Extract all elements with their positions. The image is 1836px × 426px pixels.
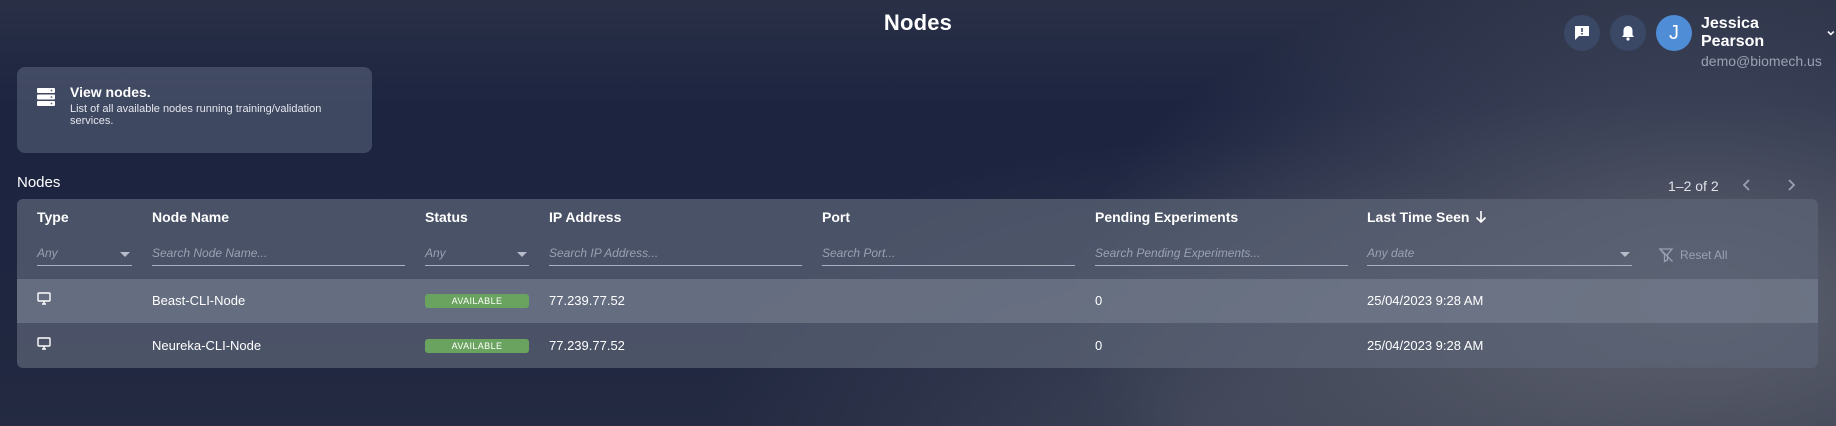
feedback-icon	[1575, 26, 1589, 40]
server-icon	[37, 88, 55, 106]
table-row[interactable]: Neureka-CLI-Node AVAILABLE 77.239.77.52 …	[17, 324, 1818, 368]
pending-experiments-search-input[interactable]: Search Pending Experiments...	[1095, 238, 1348, 266]
column-header-last-time-seen-label: Last Time Seen	[1367, 209, 1470, 225]
section-title: Nodes	[17, 174, 61, 191]
notifications-button[interactable]	[1610, 15, 1646, 51]
ip-address-search-placeholder: Search IP Address...	[549, 246, 659, 260]
user-name: Jessica Pearson	[1701, 15, 1765, 50]
last-time-seen-cell: 25/04/2023 9:28 AM	[1367, 293, 1484, 308]
caret-down-icon	[120, 252, 130, 257]
date-filter-value: Any date	[1367, 246, 1415, 260]
table-row[interactable]: Beast-CLI-Node AVAILABLE 77.239.77.52 0 …	[17, 279, 1818, 323]
date-filter-select[interactable]: Any date	[1367, 238, 1632, 266]
last-time-seen-cell: 25/04/2023 9:28 AM	[1367, 338, 1484, 353]
pagination-range: 1–2 of 2	[1668, 178, 1719, 194]
node-name-search-placeholder: Search Node Name...	[152, 246, 268, 260]
info-description: List of all available nodes running trai…	[70, 103, 322, 127]
user-menu[interactable]: Jessica Pearson demo@biomech.us	[1701, 15, 1836, 69]
info-card: View nodes. List of all available nodes …	[17, 67, 372, 153]
user-email: demo@biomech.us	[1701, 53, 1822, 69]
sort-arrow-down-icon	[1476, 211, 1487, 224]
column-header-pending-experiments[interactable]: Pending Experiments	[1095, 209, 1238, 225]
avatar-initial: J	[1669, 21, 1679, 44]
type-filter-select[interactable]: Any	[37, 238, 132, 266]
status-badge: AVAILABLE	[425, 339, 529, 353]
chevron-left-icon[interactable]	[1738, 176, 1756, 194]
page-title: Nodes	[883, 10, 953, 35]
feedback-button[interactable]	[1564, 15, 1600, 51]
column-header-type[interactable]: Type	[37, 209, 69, 225]
status-filter-value: Any	[425, 246, 446, 260]
caret-down-icon	[1620, 252, 1630, 257]
column-header-node-name[interactable]: Node Name	[152, 209, 229, 225]
caret-down-icon	[517, 252, 527, 257]
column-header-ip-address[interactable]: IP Address	[549, 209, 621, 225]
column-header-last-time-seen[interactable]: Last Time Seen	[1367, 209, 1487, 225]
node-name-search-input[interactable]: Search Node Name...	[152, 238, 405, 266]
column-header-status[interactable]: Status	[425, 209, 468, 225]
pending-experiments-cell: 0	[1095, 338, 1103, 353]
ip-address-cell: 77.239.77.52	[549, 293, 625, 308]
port-search-input[interactable]: Search Port...	[822, 238, 1075, 266]
chevron-right-icon[interactable]	[1782, 176, 1800, 194]
status-badge: AVAILABLE	[425, 294, 529, 308]
monitor-icon	[37, 337, 51, 350]
avatar[interactable]: J	[1656, 15, 1692, 51]
pending-experiments-cell: 0	[1095, 293, 1103, 308]
status-filter-select[interactable]: Any	[425, 238, 529, 266]
type-filter-value: Any	[37, 246, 58, 260]
bell-icon	[1622, 26, 1634, 41]
monitor-icon	[37, 292, 51, 305]
ip-address-cell: 77.239.77.52	[549, 338, 625, 353]
info-title: View nodes.	[70, 84, 151, 100]
reset-all-label: Reset All	[1680, 248, 1728, 262]
column-header-port[interactable]: Port	[822, 209, 850, 225]
node-name-cell: Beast-CLI-Node	[152, 293, 246, 308]
port-search-placeholder: Search Port...	[822, 246, 896, 260]
reset-all-button[interactable]: Reset All	[1658, 247, 1727, 263]
ip-address-search-input[interactable]: Search IP Address...	[549, 238, 802, 266]
chevron-down-icon	[1827, 31, 1835, 36]
node-name-cell: Neureka-CLI-Node	[152, 338, 262, 353]
pending-experiments-search-placeholder: Search Pending Experiments...	[1095, 246, 1261, 260]
filter-off-icon	[1658, 248, 1674, 263]
